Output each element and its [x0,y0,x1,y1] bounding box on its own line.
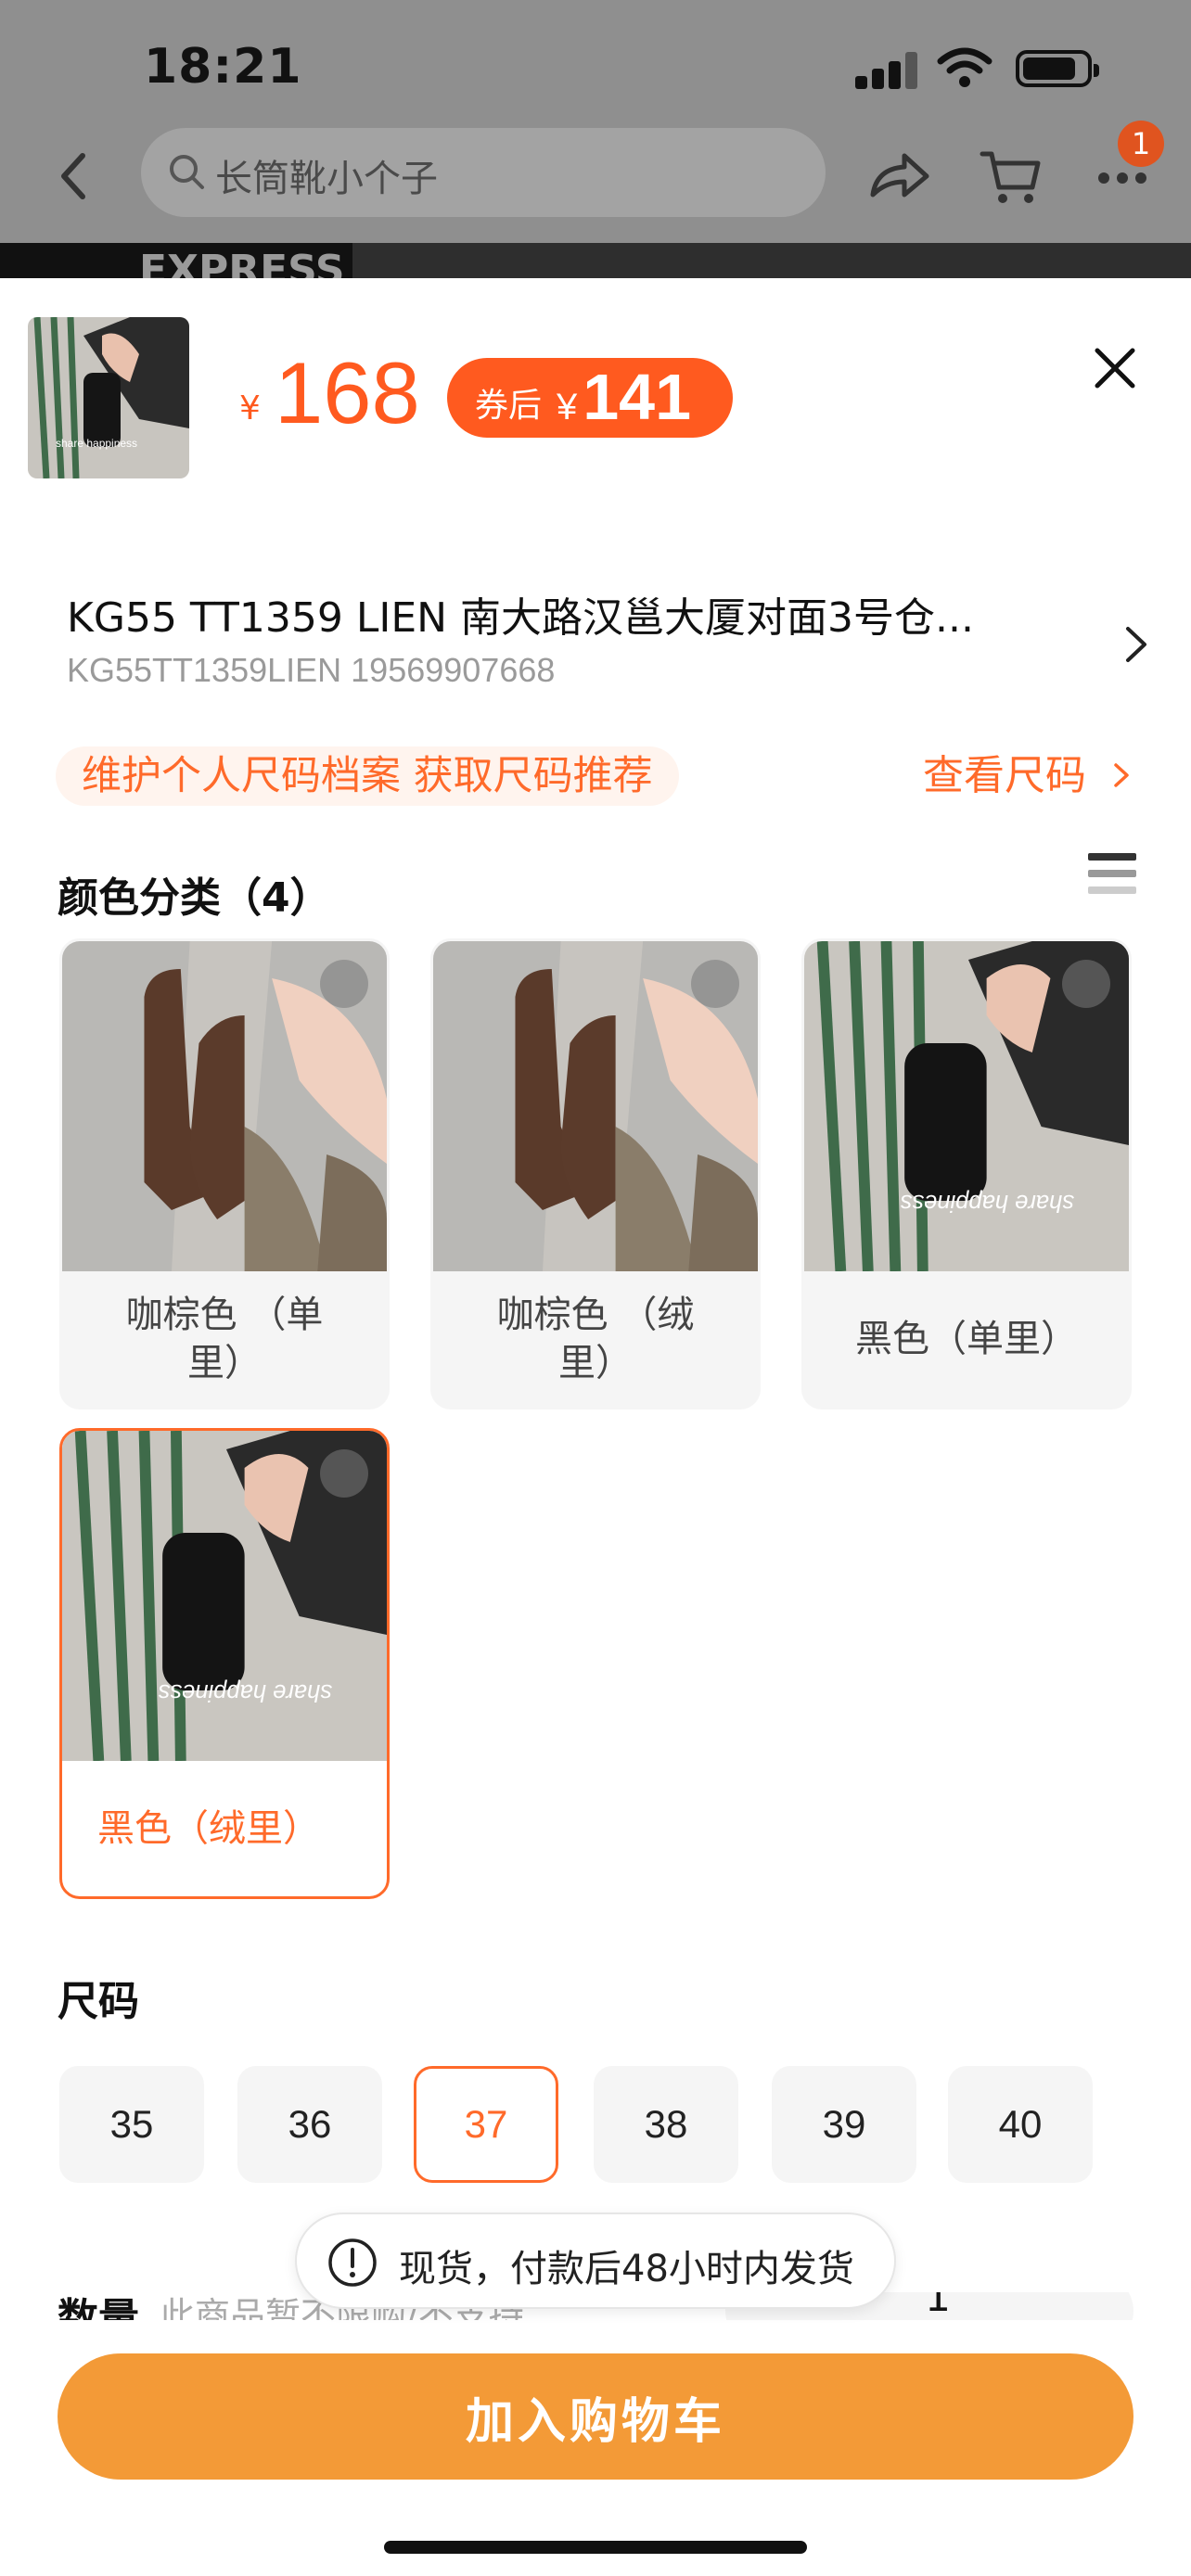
shop-info-row[interactable]: KG55 TT1359 LIEN 南大路汉邕大厦对面3号仓... KG55TT1… [67,584,1161,695]
coupon-price-badge: 券后 ¥141 [447,358,733,438]
alert-icon [328,2238,377,2287]
home-indicator [384,2541,807,2554]
size-option-36[interactable]: 36 [237,2066,382,2183]
shipping-toast: 现货，付款后48小时内发货 [295,2213,896,2309]
view-size-label: 查看尺码 [923,752,1086,799]
size-option-35[interactable]: 35 [59,2066,204,2183]
product-thumbnail[interactable]: share happiness [28,317,189,478]
color-option-label: 咖棕色 （单里） [125,1294,324,1384]
view-size-link[interactable]: 查看尺码 [923,746,1131,806]
color-option-label: 咖棕色 （绒里） [496,1294,695,1384]
product-price: 168 [275,344,420,441]
color-option[interactable]: 咖棕色 （单里） [59,938,390,1409]
brand-logo-image: EXPRESS [0,243,352,278]
search-placeholder: 长筒靴小个子 [215,158,438,200]
size-option-40[interactable]: 40 [948,2066,1093,2183]
quantity-value: 1 [925,2292,951,2320]
coupon-currency: ¥ [557,387,578,427]
color-option[interactable]: share happiness 黑色（绒里） [59,1428,390,1899]
expand-icon[interactable] [320,960,368,1008]
shop-name: KG55 TT1359 LIEN 南大路汉邕大厦对面3号仓... [67,594,975,642]
size-option-39[interactable]: 39 [772,2066,916,2183]
color-section-title: 颜色分类（4） [58,874,331,922]
background-page: 18:21 长筒靴小个子 1 EXPRESS [0,0,1191,278]
status-bar: 18:21 [0,0,1191,139]
size-option-37[interactable]: 37 [414,2066,558,2183]
battery-icon [1016,50,1099,87]
expand-icon[interactable] [1062,960,1110,1008]
add-to-cart-button[interactable]: 加入购物车 [58,2353,1133,2480]
color-option-label: 黑色（单里） [855,1318,1078,1360]
size-option-38[interactable]: 38 [594,2066,738,2183]
search-icon [170,155,204,189]
coupon-price-value: 141 [583,361,692,433]
sku-sheet: share happiness ¥ 168 券后 ¥141 KG55 TT135… [0,278,1191,2576]
coupon-price: ¥141 [557,360,691,434]
svg-text:share happiness: share happiness [56,437,137,450]
chevron-right-icon [1126,627,1146,662]
notification-badge: 1 [1118,121,1164,167]
share-icon[interactable] [867,148,932,204]
close-icon[interactable] [1090,343,1140,393]
svg-text:share happiness: share happiness [158,1679,332,1705]
color-option-label: 黑色（绒里） [97,1807,320,1850]
shop-code: KG55TT1359LIEN 19569907668 [67,651,556,689]
status-time: 18:21 [144,39,302,95]
svg-text:share happiness: share happiness [900,1190,1074,1216]
size-profile-banner[interactable]: 维护个人尺码档案 获取尺码推荐 [56,746,679,806]
size-section-title: 尺码 [58,1978,139,2025]
color-option[interactable]: share happiness 黑色（单里） [801,938,1132,1409]
cart-icon[interactable] [979,147,1044,208]
back-arrow-icon[interactable] [51,148,97,204]
list-view-toggle-icon[interactable] [1088,853,1136,901]
expand-icon[interactable] [691,960,739,1008]
quantity-label: 数量 [58,2295,139,2320]
chevron-right-icon [1114,763,1129,787]
expand-icon[interactable] [320,1449,368,1498]
shipping-toast-text: 现货，付款后48小时内发货 [399,2248,854,2290]
wifi-icon [937,47,992,87]
product-photo-strip: EXPRESS [0,243,1191,278]
cellular-signal-icon [855,52,920,89]
search-input[interactable]: 长筒靴小个子 [141,128,826,217]
color-option[interactable]: 咖棕色 （绒里） [430,938,761,1409]
coupon-label: 券后 [475,387,543,425]
price-currency: ¥ [239,389,261,427]
